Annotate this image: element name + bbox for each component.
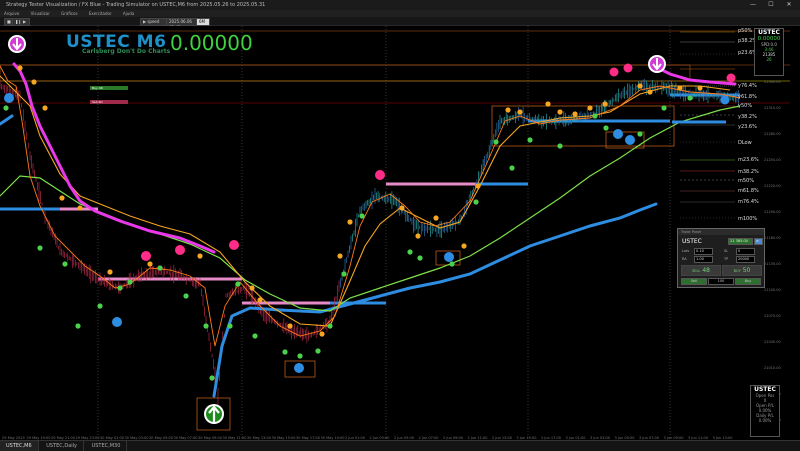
lots-input[interactable]: 0.10 (694, 248, 713, 255)
long-ma-line (0, 114, 14, 126)
buy-button[interactable]: Buy (735, 278, 761, 285)
price-tick-label: 21130.00 (764, 262, 781, 266)
fib-level-label: m23.6% (738, 157, 759, 163)
symbol-info-box: USTEC 0.00000 SPD:0.0 3:46 21385 26 (754, 28, 784, 76)
price-tick-label: 21280.00 (764, 132, 781, 136)
sell-label: SELL (692, 269, 701, 273)
daily-pl-value: 0.00% (758, 418, 772, 423)
stats-symbol: USTEC (754, 386, 776, 393)
fib-level-label: y23.6% (738, 124, 757, 130)
fib-level-label: y61.8% (738, 94, 757, 100)
price-tick-label: 21040.00 (764, 340, 781, 344)
maximize-button[interactable]: ☐ (762, 0, 780, 10)
fib-level-label: m61.8% (738, 188, 759, 194)
up-arrow-marker (204, 404, 224, 424)
fib-level-label: m38.2% (738, 169, 759, 175)
fib-level-label: m76.4% (738, 199, 759, 205)
fib-level-label: y50% (738, 103, 753, 109)
timeframe-button[interactable]: 6M (196, 18, 210, 26)
menu-help[interactable]: Ajuda (123, 11, 134, 16)
close-button[interactable]: ✕ (780, 0, 798, 10)
buy-level-tag: Buy 4D (90, 86, 128, 90)
price-tick-label: 21220.00 (764, 184, 781, 188)
info-symbol: USTEC (758, 29, 780, 36)
sl-input[interactable]: 0 (736, 248, 755, 255)
window-titlebar: Strategy Tester Visualization / FX Blue … (0, 0, 800, 10)
info-count: 26 (766, 57, 772, 62)
sell-level-tag: Sell 4D (90, 100, 128, 104)
price-tick-label: 21310.00 (764, 106, 781, 110)
trade-panel: Trade Panel USTEC 21 385.00 ≡ Lots 0.10 … (677, 228, 765, 288)
buy-label: BUY (733, 269, 741, 273)
menu-charts[interactable]: Gráficos (61, 11, 77, 16)
minimize-button[interactable]: — (744, 0, 762, 10)
menu-view[interactable]: Visualizar (31, 11, 50, 16)
fib-level-label: y38.2% (738, 114, 757, 120)
chart-subtitle: Carlsberg Don't Do Charts (82, 48, 171, 55)
menu-bar: Arquivo Visualizar Gráficos Exercitador … (0, 10, 800, 17)
menu-tester[interactable]: Exercitador (89, 11, 112, 16)
window-title: Strategy Tester Visualization / FX Blue … (6, 2, 266, 8)
down-arrow-marker (8, 35, 26, 53)
price-tick-label: 21100.00 (764, 288, 781, 292)
price-tick-label: 21340.00 (764, 80, 781, 84)
fib-level-label: m100% (738, 216, 758, 222)
buy-price-button[interactable]: BUY 50 (722, 265, 762, 276)
fib-level-label: m50% (738, 178, 754, 184)
fib-level-label: DLow (738, 140, 752, 146)
down-arrow-marker (648, 55, 666, 73)
chart-tabs: USTEC,M6 USTEC,Daily USTEC,M30 (0, 440, 800, 451)
lots-label: Lots (682, 249, 690, 253)
fib-level-label: p50% (738, 28, 753, 34)
panel-header[interactable]: Trade Panel (678, 229, 764, 235)
date-field[interactable]: 2025.06.06 03:45 (166, 18, 198, 30)
price-tick-label: 21250.00 (764, 158, 781, 162)
speed-slider[interactable]: ▶ speed (140, 18, 168, 26)
sell-price: 48 (702, 267, 710, 274)
long-ma-line (212, 202, 658, 398)
buy-price: 50 (742, 267, 751, 274)
tp-label: TP (724, 257, 729, 261)
risk-label: RA (682, 257, 687, 261)
sell-price-button[interactable]: SELL 48 (681, 265, 721, 276)
pink-trend-line (12, 62, 216, 254)
fib-level-label: y76.4% (738, 83, 757, 89)
risk-input[interactable]: 1.00 (694, 256, 713, 263)
price-tick-label: 21010.00 (764, 366, 781, 370)
sell-button[interactable]: Sell (681, 278, 707, 285)
menu-file[interactable]: Arquivo (4, 11, 19, 16)
pink-trend-line (652, 64, 737, 86)
current-price: 0.00000 (170, 31, 253, 55)
sl-label: SL (724, 249, 729, 253)
price-badge: 21 385.00 (728, 238, 753, 245)
close-amount-field[interactable]: 100 (708, 278, 734, 285)
price-tick-label: 21070.00 (764, 314, 781, 318)
step-button[interactable]: ▶ (20, 18, 30, 26)
tp-input[interactable]: 20000 (736, 256, 755, 263)
price-tick-label: 21190.00 (764, 210, 781, 214)
panel-menu-icon[interactable]: ≡ (754, 238, 763, 245)
price-tick-label: 21160.00 (764, 236, 781, 240)
panel-symbol: USTEC (682, 238, 702, 245)
account-stats-box: USTEC Open Pos 0 Open P/L 0.00% Daily P/… (750, 385, 780, 437)
tester-toolbar: ■ ❚❚ ▶ ▶ speed 2025.06.06 03:45 6M (0, 17, 800, 30)
